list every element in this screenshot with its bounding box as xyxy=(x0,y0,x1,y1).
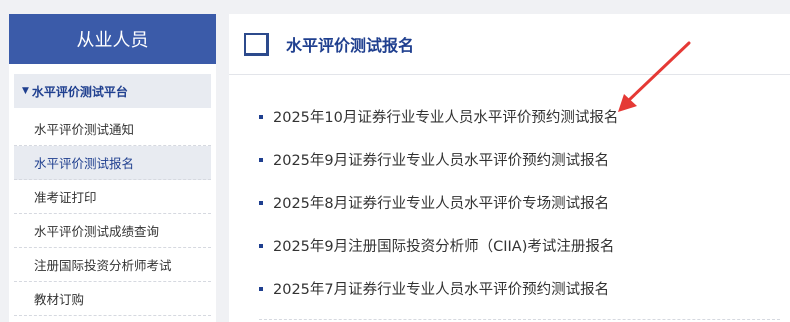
news-list: 2025年10月证券行业专业人员水平评价预约测试报名 2025年9月证券行业专业… xyxy=(229,95,790,310)
main-header: 水平评价测试报名 xyxy=(229,14,790,75)
bullet-icon xyxy=(259,200,263,205)
news-link[interactable]: 2025年8月证券行业专业人员水平评价专场测试报名 xyxy=(273,192,609,213)
news-link[interactable]: 2025年10月证券行业专业人员水平评价预约测试报名 xyxy=(273,106,618,127)
bullet-icon xyxy=(259,157,263,162)
sidebar-header: 从业人员 xyxy=(9,14,216,64)
news-link[interactable]: 2025年9月注册国际投资分析师（CIIA)考试注册报名 xyxy=(273,235,614,256)
list-item[interactable]: 2025年8月证券行业专业人员水平评价专场测试报名 xyxy=(229,181,790,224)
sidebar-list: 水平评价测试通知 水平评价测试报名 准考证打印 水平评价测试成绩查询 注册国际投… xyxy=(14,112,211,316)
list-item[interactable]: 2025年9月证券行业专业人员水平评价预约测试报名 xyxy=(229,138,790,181)
square-frame-icon xyxy=(244,33,270,56)
main-panel: 水平评价测试报名 2025年10月证券行业专业人员水平评价预约测试报名 2025… xyxy=(229,14,790,322)
caret-down-icon: ▼ xyxy=(22,86,29,96)
sidebar-item-score-query[interactable]: 水平评价测试成绩查询 xyxy=(14,214,211,248)
sidebar-item-textbook-order[interactable]: 教材订购 xyxy=(14,282,211,316)
sidebar-section-title[interactable]: ▼ 水平评价测试平台 xyxy=(14,74,211,108)
sidebar-item-ciia-exam[interactable]: 注册国际投资分析师考试 xyxy=(14,248,211,282)
list-divider xyxy=(259,319,780,320)
list-item[interactable]: 2025年10月证券行业专业人员水平评价预约测试报名 xyxy=(229,95,790,138)
news-link[interactable]: 2025年9月证券行业专业人员水平评价预约测试报名 xyxy=(273,149,609,170)
news-link[interactable]: 2025年7月证券行业专业人员水平评价预约测试报名 xyxy=(273,278,609,299)
page-title: 水平评价测试报名 xyxy=(286,36,415,55)
bullet-icon xyxy=(259,114,263,119)
list-item[interactable]: 2025年7月证券行业专业人员水平评价预约测试报名 xyxy=(229,267,790,310)
list-item[interactable]: 2025年9月注册国际投资分析师（CIIA)考试注册报名 xyxy=(229,224,790,267)
sidebar-section-label: 水平评价测试平台 xyxy=(31,84,128,99)
sidebar-item-admission-ticket-print[interactable]: 准考证打印 xyxy=(14,180,211,214)
sidebar-item-test-registration[interactable]: 水平评价测试报名 xyxy=(14,146,211,180)
sidebar-item-test-notice[interactable]: 水平评价测试通知 xyxy=(14,112,211,146)
sidebar: 从业人员 ▼ 水平评价测试平台 水平评价测试通知 水平评价测试报名 准考证打印 … xyxy=(9,14,216,322)
bullet-icon xyxy=(259,286,263,291)
bullet-icon xyxy=(259,243,263,248)
